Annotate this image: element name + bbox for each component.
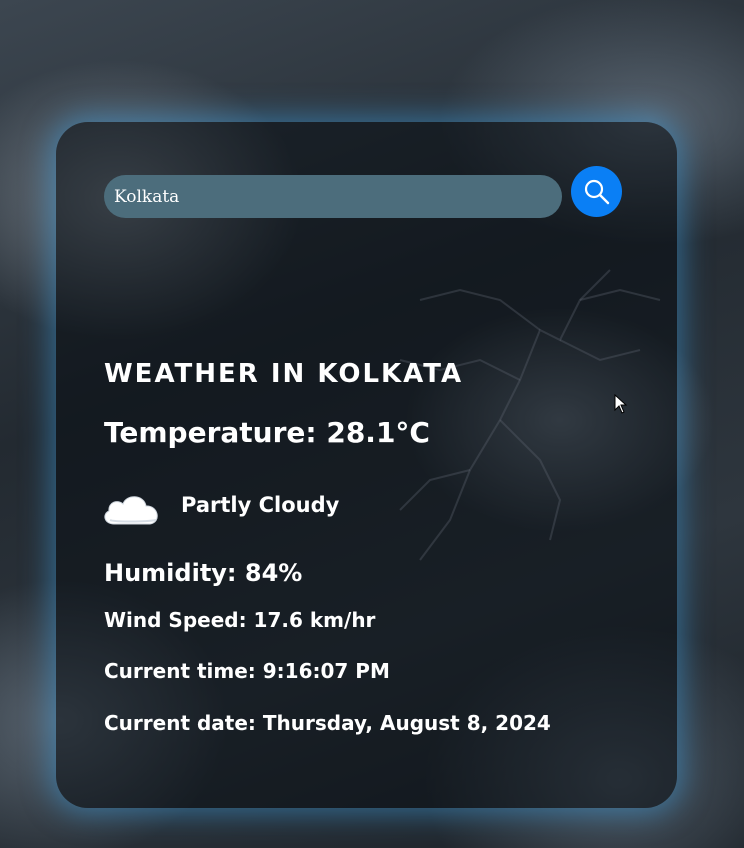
weather-condition: Partly Cloudy	[181, 493, 340, 517]
humidity-value: Humidity: 84%	[104, 559, 303, 587]
current-time: Current time: 9:16:07 PM	[104, 659, 390, 683]
current-date: Current date: Thursday, August 8, 2024	[104, 711, 551, 735]
search-icon	[584, 179, 609, 204]
weather-card: WEATHER IN KOLKATA Temperature: 28.1°C P…	[56, 122, 677, 808]
city-title: WEATHER IN KOLKATA	[104, 359, 464, 389]
search-button[interactable]	[571, 166, 622, 217]
mouse-pointer-icon	[614, 394, 628, 414]
wind-speed-value: Wind Speed: 17.6 km/hr	[104, 608, 376, 632]
search-bar	[104, 164, 622, 218]
search-input[interactable]	[104, 175, 562, 218]
partly-cloudy-night-icon	[104, 472, 158, 525]
temperature-value: Temperature: 28.1°C	[104, 416, 430, 449]
